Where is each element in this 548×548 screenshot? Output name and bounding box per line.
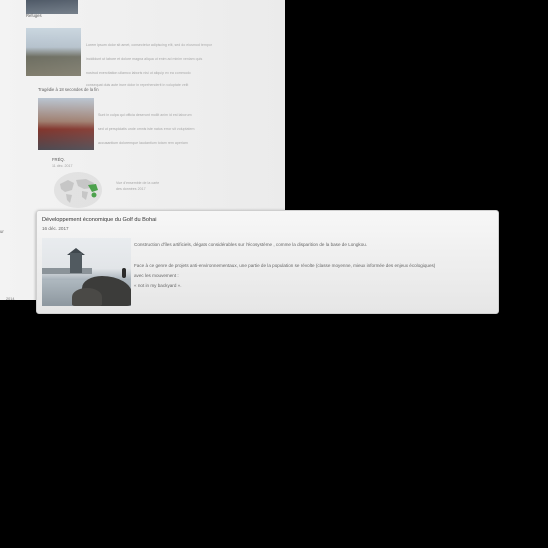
left-edge-text: ur: [0, 229, 4, 234]
background-map-title: FRÉQ.: [52, 157, 65, 162]
background-text-line: accusantium doloremque laudantium totam …: [98, 141, 188, 145]
background-map-line: des données 2017: [116, 187, 146, 191]
photo-pagoda: [70, 253, 82, 273]
background-text-line: consequat duis aute irure dolor in repre…: [86, 83, 189, 87]
background-section-title: Refuges: [26, 13, 42, 18]
background-text-line: nostrud exercitation ullamco laboris nis…: [86, 71, 191, 75]
background-text-line: sed ut perspiciatis unde omnis iste natu…: [98, 127, 195, 131]
card-paragraph-3: avec les mouvement :: [134, 273, 179, 278]
article-card[interactable]: Développement économique du Golf du Boha…: [36, 210, 499, 314]
card-title[interactable]: Développement économique du Golf du Boha…: [42, 217, 156, 223]
background-text-line: incididunt ut labore et dolore magna ali…: [86, 57, 203, 61]
photo-rock-small: [72, 288, 102, 306]
left-edge-year: 2014: [6, 297, 15, 301]
background-map-line: Vue d'ensemble de la carte: [116, 181, 160, 185]
photo-wall: [42, 268, 92, 274]
card-paragraph-1: Construction d'îles artificiels, dégats …: [134, 242, 368, 247]
background-thumbnail-boat[interactable]: [38, 98, 94, 150]
card-date: 16 déc. 2017: [42, 226, 69, 231]
background-text-line: Lorem ipsum dolor sit amet, consectetur …: [86, 43, 213, 47]
world-map-thumbnail[interactable]: [52, 170, 110, 212]
card-photo[interactable]: [42, 238, 131, 306]
background-text-line: Sunt in culpa qui officia deserunt molli…: [98, 113, 192, 117]
card-paragraph-2: Face à ce genre de projets anti-environn…: [134, 263, 436, 268]
card-paragraph-4: « not in my backyard ».: [134, 283, 182, 288]
background-thumbnail-soldiers[interactable]: [26, 28, 81, 76]
background-section-title: Tragédie à 18 secondes de la fin: [38, 87, 99, 92]
background-thumbnail-top[interactable]: [26, 0, 78, 14]
background-map-date: 11 déc. 2017: [52, 164, 73, 168]
photo-person: [122, 268, 126, 278]
